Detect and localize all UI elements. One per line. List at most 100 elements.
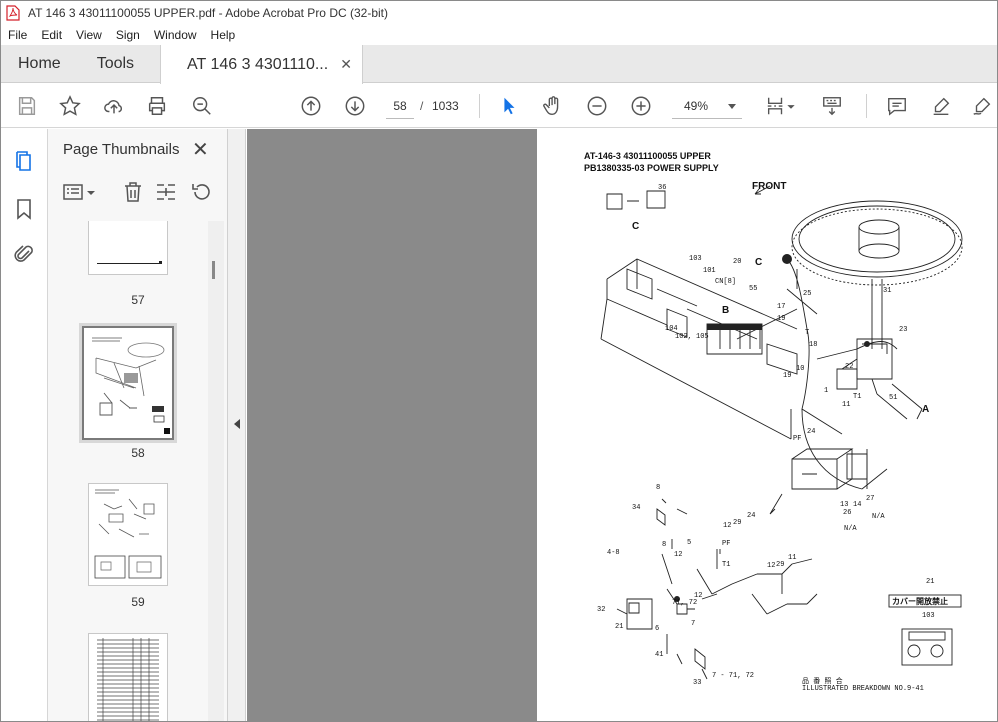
view-label-a: A xyxy=(922,404,930,415)
menu-file[interactable]: File xyxy=(0,28,34,42)
callout: 19 xyxy=(777,315,786,323)
previous-page-icon[interactable] xyxy=(299,94,323,118)
thumbnail-options-icon[interactable] xyxy=(62,180,86,204)
callout: 21 xyxy=(615,623,624,631)
thumbnail-scrollbar-thumb[interactable] xyxy=(212,261,215,279)
menu-window[interactable]: Window xyxy=(147,28,204,42)
callout: N/A xyxy=(844,525,857,533)
zoom-level-value: 49% xyxy=(684,99,709,113)
print-icon[interactable] xyxy=(145,94,169,118)
view-label-c2: C xyxy=(755,257,763,268)
rotate-page-icon[interactable] xyxy=(190,180,214,204)
tab-home[interactable]: Home xyxy=(0,45,79,82)
callout: 31 xyxy=(883,287,892,295)
thumbnail-label: 58 xyxy=(131,446,145,460)
hand-tool-icon[interactable] xyxy=(541,94,565,118)
callout: 41 xyxy=(655,651,664,659)
page-number-input[interactable]: 58 xyxy=(386,93,414,119)
chevron-down-icon[interactable] xyxy=(86,180,96,204)
callout: 18 xyxy=(809,341,818,349)
attachments-paperclip-icon[interactable] xyxy=(12,242,36,266)
save-icon[interactable] xyxy=(15,94,39,118)
keyboard-scroll-icon[interactable] xyxy=(820,94,844,118)
window-title: AT 146 3 43011100055 UPPER.pdf - Adobe A… xyxy=(28,5,388,20)
callout: 103 xyxy=(689,255,702,263)
callout: 12 xyxy=(767,562,776,570)
callout: 51 xyxy=(889,394,898,402)
sign-pen-icon[interactable] xyxy=(970,94,994,118)
thumbnail-page-60[interactable] xyxy=(88,633,168,722)
thumbnail-page-59[interactable] xyxy=(88,483,168,586)
callout: 102, 105 xyxy=(675,333,709,341)
callout: 8 xyxy=(656,484,661,492)
extract-pages-icon[interactable] xyxy=(154,180,178,204)
front-label: FRONT xyxy=(752,181,787,192)
document-view[interactable]: AT-146-3 43011100055 UPPER PB1380335-03 … xyxy=(247,129,998,722)
callout: 14 xyxy=(853,501,862,509)
zoom-out-icon[interactable] xyxy=(585,94,609,118)
callout: PF xyxy=(722,540,731,548)
menu-sign[interactable]: Sign xyxy=(109,28,147,42)
callout: 20 xyxy=(733,258,742,266)
callout: 12 xyxy=(723,522,732,530)
callout: PF xyxy=(793,435,802,443)
toolbar-divider xyxy=(479,94,480,118)
callout: 25 xyxy=(803,290,812,298)
callout: 12 xyxy=(674,551,683,559)
callout: 21 xyxy=(926,578,935,586)
callout: 10 xyxy=(796,365,805,373)
callout: 27 xyxy=(866,495,875,503)
tab-bar: Home Tools AT 146 3 4301110... ✕ xyxy=(0,45,998,84)
page-fit-caret-icon[interactable] xyxy=(786,94,796,118)
tab-tools[interactable]: Tools xyxy=(79,45,152,82)
thumbnail-page-57[interactable] xyxy=(88,221,168,275)
callout: 36 xyxy=(658,184,667,192)
callout: 1 xyxy=(824,387,829,395)
panel-collapse-handle[interactable] xyxy=(228,129,246,722)
title-bar: AT 146 3 43011100055 UPPER.pdf - Adobe A… xyxy=(0,0,998,25)
thumbnail-list: 57 58 59 xyxy=(48,221,228,722)
select-cursor-icon[interactable] xyxy=(497,94,521,118)
cloud-upload-icon[interactable] xyxy=(102,94,126,118)
menu-bar: File Edit View Sign Window Help xyxy=(0,25,998,45)
delete-trash-icon[interactable] xyxy=(121,180,145,204)
page-thumbnails-icon[interactable] xyxy=(12,149,36,173)
close-tab-icon[interactable]: ✕ xyxy=(340,56,352,73)
view-label-c: C xyxy=(632,221,640,232)
menu-help[interactable]: Help xyxy=(204,28,243,42)
page-thumbnails-panel: Page Thumbnails ✕ 57 58 59 xyxy=(48,129,228,722)
callout: T xyxy=(805,329,810,337)
callout: 29 xyxy=(776,561,785,569)
comment-icon[interactable] xyxy=(885,94,909,118)
exploded-diagram xyxy=(600,185,963,680)
tab-document[interactable]: AT 146 3 4301110... ✕ xyxy=(160,45,363,84)
callout: 6 xyxy=(655,625,660,633)
zoom-level-dropdown[interactable]: 49% xyxy=(672,93,742,119)
callout: 23 xyxy=(899,326,908,334)
callout: 104 xyxy=(665,325,678,333)
thumbnail-page-58[interactable] xyxy=(82,326,174,440)
page-fit-icon[interactable] xyxy=(764,94,788,118)
thumbnail-scrollbar[interactable] xyxy=(208,221,224,722)
callout: 7 - 71, 72 xyxy=(712,672,755,680)
zoom-search-icon[interactable] xyxy=(190,94,214,118)
next-page-icon[interactable] xyxy=(343,94,367,118)
toolbar: 58 / 1033 49% xyxy=(0,84,998,128)
menu-edit[interactable]: Edit xyxy=(34,28,69,42)
diagram-header-line2: PB1380335-03 POWER SUPPLY xyxy=(584,163,719,173)
callout: 5 xyxy=(687,539,692,547)
menu-view[interactable]: View xyxy=(69,28,109,42)
bookmark-star-icon[interactable] xyxy=(58,94,82,118)
zoom-in-icon[interactable] xyxy=(629,94,653,118)
callout: N/A xyxy=(872,513,885,521)
close-panel-icon[interactable]: ✕ xyxy=(192,137,209,162)
thumbnail-label: 59 xyxy=(131,595,145,609)
callout: 26 xyxy=(843,509,852,517)
highlight-pen-icon[interactable] xyxy=(929,94,953,118)
bookmarks-icon[interactable] xyxy=(12,197,36,221)
callout: 19 xyxy=(783,372,792,380)
callout: 55 xyxy=(749,285,758,293)
callout: 11 xyxy=(788,554,797,562)
left-navigation-rail xyxy=(0,129,48,722)
callout: 11 xyxy=(842,401,851,409)
